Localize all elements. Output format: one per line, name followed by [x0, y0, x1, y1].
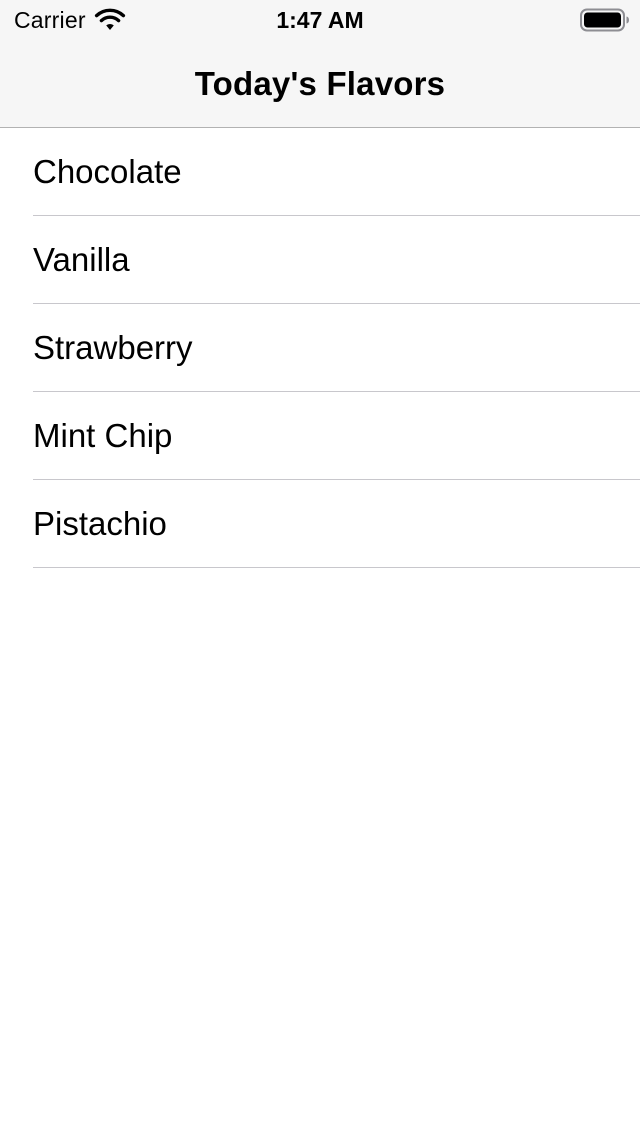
flavors-list: Chocolate Vanilla Strawberry Mint Chip P…	[0, 128, 640, 568]
list-item-mint-chip[interactable]: Mint Chip	[0, 392, 640, 480]
status-bar: Carrier 1:47 AM	[0, 0, 640, 40]
page-title: Today's Flavors	[194, 65, 446, 102]
list-item-strawberry[interactable]: Strawberry	[0, 304, 640, 392]
list-item-label: Mint Chip	[33, 417, 173, 454]
list-item-label: Pistachio	[33, 505, 167, 542]
battery-full-icon	[580, 8, 629, 32]
navigation-bar: Carrier 1:47 AM Today's Flavors	[0, 0, 640, 128]
list-item-label: Chocolate	[33, 153, 182, 190]
list-item-vanilla[interactable]: Vanilla	[0, 216, 640, 304]
list-item-label: Vanilla	[33, 241, 130, 278]
list-item-pistachio[interactable]: Pistachio	[0, 480, 640, 568]
app-screen: Carrier 1:47 AM Today's Flavors Chocolat…	[0, 0, 640, 1136]
row-separator	[33, 567, 640, 568]
list-item-chocolate[interactable]: Chocolate	[0, 128, 640, 216]
list-item-label: Strawberry	[33, 329, 193, 366]
status-time: 1:47 AM	[276, 7, 364, 33]
